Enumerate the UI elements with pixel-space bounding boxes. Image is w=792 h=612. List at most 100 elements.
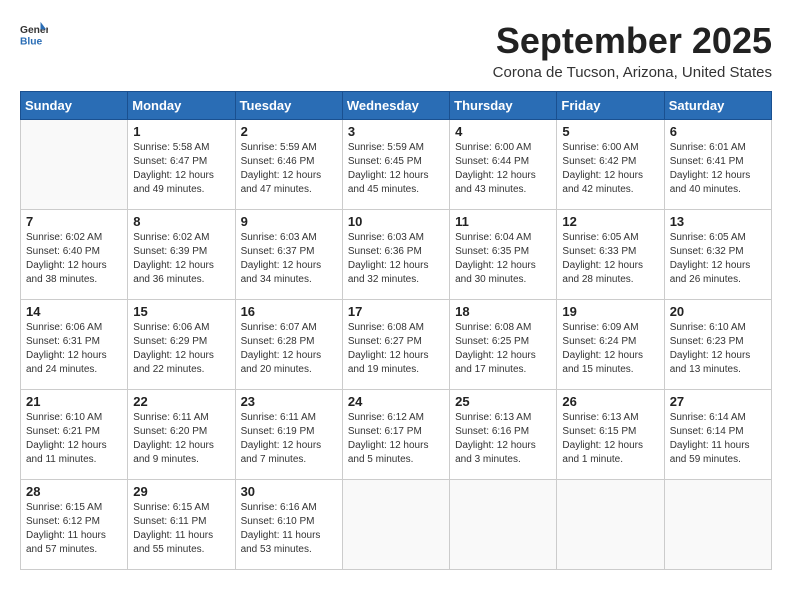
title-block: September 2025 Corona de Tucson, Arizona… [493,20,772,81]
calendar-cell: 19 Sunrise: 6:09 AM Sunset: 6:24 PM Dayli… [557,300,664,390]
cell-info: Sunrise: 6:06 AM Sunset: 6:29 PM Dayligh… [133,321,229,377]
calendar-cell: 25 Sunrise: 6:13 AM Sunset: 6:16 PM Dayli… [450,390,557,480]
day-number: 10 [348,214,444,229]
day-number: 6 [670,124,766,139]
cell-info: Sunrise: 6:12 AM Sunset: 6:17 PM Dayligh… [348,411,444,467]
cell-info: Sunrise: 6:13 AM Sunset: 6:15 PM Dayligh… [562,411,658,467]
calendar-cell: 5 Sunrise: 6:00 AM Sunset: 6:42 PM Daylig… [557,120,664,210]
month-title: September 2025 [493,20,772,62]
cell-info: Sunrise: 6:02 AM Sunset: 6:40 PM Dayligh… [26,231,122,287]
week-row-4: 21 Sunrise: 6:10 AM Sunset: 6:21 PM Dayli… [21,390,772,480]
week-row-1: 1 Sunrise: 5:58 AM Sunset: 6:47 PM Daylig… [21,120,772,210]
day-number: 12 [562,214,658,229]
cell-info: Sunrise: 6:14 AM Sunset: 6:14 PM Dayligh… [670,411,766,467]
day-number: 26 [562,394,658,409]
cell-info: Sunrise: 6:03 AM Sunset: 6:37 PM Dayligh… [241,231,337,287]
day-number: 3 [348,124,444,139]
day-number: 22 [133,394,229,409]
calendar-cell: 22 Sunrise: 6:11 AM Sunset: 6:20 PM Dayli… [128,390,235,480]
calendar-cell: 6 Sunrise: 6:01 AM Sunset: 6:41 PM Daylig… [664,120,771,210]
cell-info: Sunrise: 6:15 AM Sunset: 6:12 PM Dayligh… [26,501,122,557]
day-header-sunday: Sunday [21,92,128,120]
logo-icon: General Blue [20,20,48,48]
calendar-header-row: SundayMondayTuesdayWednesdayThursdayFrid… [21,92,772,120]
day-number: 21 [26,394,122,409]
calendar-cell: 12 Sunrise: 6:05 AM Sunset: 6:33 PM Dayli… [557,210,664,300]
cell-info: Sunrise: 5:58 AM Sunset: 6:47 PM Dayligh… [133,141,229,197]
cell-info: Sunrise: 6:10 AM Sunset: 6:23 PM Dayligh… [670,321,766,377]
day-number: 13 [670,214,766,229]
cell-info: Sunrise: 6:10 AM Sunset: 6:21 PM Dayligh… [26,411,122,467]
calendar-cell: 16 Sunrise: 6:07 AM Sunset: 6:28 PM Dayli… [235,300,342,390]
calendar-cell: 4 Sunrise: 6:00 AM Sunset: 6:44 PM Daylig… [450,120,557,210]
day-number: 14 [26,304,122,319]
cell-info: Sunrise: 6:00 AM Sunset: 6:42 PM Dayligh… [562,141,658,197]
day-header-saturday: Saturday [664,92,771,120]
cell-info: Sunrise: 6:15 AM Sunset: 6:11 PM Dayligh… [133,501,229,557]
day-number: 23 [241,394,337,409]
cell-info: Sunrise: 6:06 AM Sunset: 6:31 PM Dayligh… [26,321,122,377]
calendar-cell: 23 Sunrise: 6:11 AM Sunset: 6:19 PM Dayli… [235,390,342,480]
page-header: General Blue September 2025 Corona de Tu… [20,20,772,81]
cell-info: Sunrise: 5:59 AM Sunset: 6:45 PM Dayligh… [348,141,444,197]
day-number: 18 [455,304,551,319]
calendar-cell: 21 Sunrise: 6:10 AM Sunset: 6:21 PM Dayli… [21,390,128,480]
day-number: 19 [562,304,658,319]
cell-info: Sunrise: 6:00 AM Sunset: 6:44 PM Dayligh… [455,141,551,197]
svg-text:Blue: Blue [20,36,43,47]
day-number: 27 [670,394,766,409]
calendar-cell: 26 Sunrise: 6:13 AM Sunset: 6:15 PM Dayli… [557,390,664,480]
cell-info: Sunrise: 6:03 AM Sunset: 6:36 PM Dayligh… [348,231,444,287]
day-header-thursday: Thursday [450,92,557,120]
cell-info: Sunrise: 6:09 AM Sunset: 6:24 PM Dayligh… [562,321,658,377]
calendar-cell [664,480,771,570]
calendar-cell: 28Sunrise: 6:15 AM Sunset: 6:12 PM Dayli… [21,480,128,570]
day-number: 9 [241,214,337,229]
calendar-cell [21,120,128,210]
calendar-cell: 10 Sunrise: 6:03 AM Sunset: 6:36 PM Dayli… [342,210,449,300]
day-number: 20 [670,304,766,319]
day-number: 29 [133,484,229,499]
calendar-cell: 3 Sunrise: 5:59 AM Sunset: 6:45 PM Daylig… [342,120,449,210]
cell-info: Sunrise: 6:11 AM Sunset: 6:19 PM Dayligh… [241,411,337,467]
day-number: 30 [241,484,337,499]
calendar-cell: 2Sunrise: 5:59 AM Sunset: 6:46 PM Daylig… [235,120,342,210]
logo: General Blue [20,20,48,48]
calendar-cell: 8Sunrise: 6:02 AM Sunset: 6:39 PM Daylig… [128,210,235,300]
week-row-5: 28Sunrise: 6:15 AM Sunset: 6:12 PM Dayli… [21,480,772,570]
cell-info: Sunrise: 6:08 AM Sunset: 6:27 PM Dayligh… [348,321,444,377]
day-number: 8 [133,214,229,229]
calendar-cell: 29 Sunrise: 6:15 AM Sunset: 6:11 PM Dayli… [128,480,235,570]
day-number: 25 [455,394,551,409]
week-row-2: 7Sunrise: 6:02 AM Sunset: 6:40 PM Daylig… [21,210,772,300]
day-number: 16 [241,304,337,319]
cell-info: Sunrise: 6:05 AM Sunset: 6:33 PM Dayligh… [562,231,658,287]
calendar-cell: 7Sunrise: 6:02 AM Sunset: 6:40 PM Daylig… [21,210,128,300]
day-number: 17 [348,304,444,319]
cell-info: Sunrise: 6:16 AM Sunset: 6:10 PM Dayligh… [241,501,337,557]
calendar-cell: 9 Sunrise: 6:03 AM Sunset: 6:37 PM Daylig… [235,210,342,300]
cell-info: Sunrise: 6:01 AM Sunset: 6:41 PM Dayligh… [670,141,766,197]
calendar-cell [557,480,664,570]
cell-info: Sunrise: 6:11 AM Sunset: 6:20 PM Dayligh… [133,411,229,467]
calendar-cell: 30 Sunrise: 6:16 AM Sunset: 6:10 PM Dayli… [235,480,342,570]
day-header-tuesday: Tuesday [235,92,342,120]
calendar-cell [342,480,449,570]
calendar-cell: 13 Sunrise: 6:05 AM Sunset: 6:32 PM Dayli… [664,210,771,300]
week-row-3: 14 Sunrise: 6:06 AM Sunset: 6:31 PM Dayli… [21,300,772,390]
cell-info: Sunrise: 6:05 AM Sunset: 6:32 PM Dayligh… [670,231,766,287]
day-number: 15 [133,304,229,319]
cell-info: Sunrise: 6:08 AM Sunset: 6:25 PM Dayligh… [455,321,551,377]
cell-info: Sunrise: 5:59 AM Sunset: 6:46 PM Dayligh… [241,141,337,197]
day-number: 24 [348,394,444,409]
day-number: 1 [133,124,229,139]
cell-info: Sunrise: 6:04 AM Sunset: 6:35 PM Dayligh… [455,231,551,287]
cell-info: Sunrise: 6:13 AM Sunset: 6:16 PM Dayligh… [455,411,551,467]
calendar-cell: 24 Sunrise: 6:12 AM Sunset: 6:17 PM Dayli… [342,390,449,480]
cell-info: Sunrise: 6:07 AM Sunset: 6:28 PM Dayligh… [241,321,337,377]
calendar-cell: 14 Sunrise: 6:06 AM Sunset: 6:31 PM Dayli… [21,300,128,390]
day-number: 5 [562,124,658,139]
calendar-cell [450,480,557,570]
calendar-cell: 27 Sunrise: 6:14 AM Sunset: 6:14 PM Dayli… [664,390,771,480]
day-number: 4 [455,124,551,139]
